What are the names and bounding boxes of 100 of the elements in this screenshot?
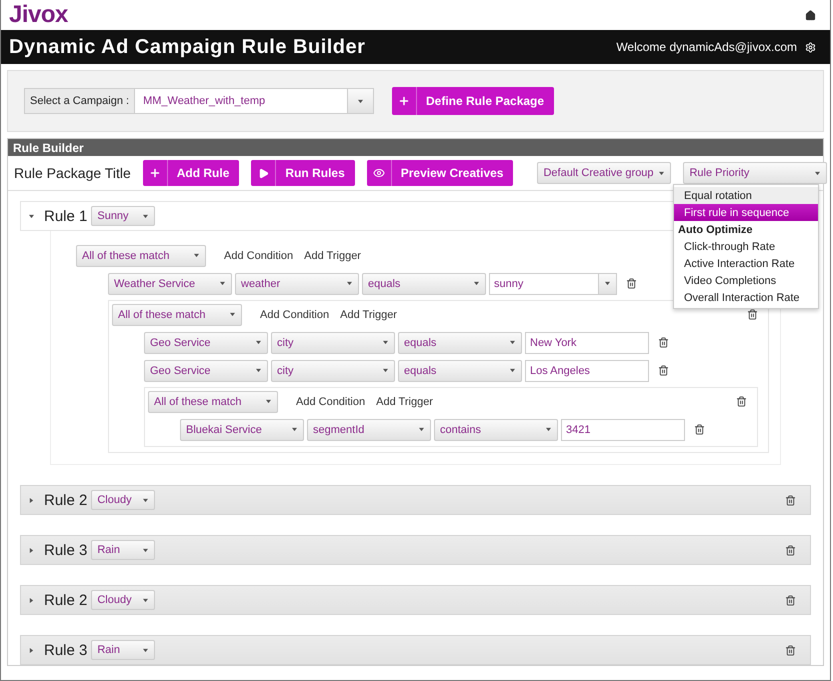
caret-icon (419, 427, 424, 432)
caret-icon (29, 548, 34, 552)
caret-icon (347, 281, 352, 286)
panel-header: Rule Builder (8, 139, 823, 156)
menu-item[interactable]: Active Interaction Rate (674, 255, 818, 272)
operator-dropdown[interactable]: equals (398, 332, 522, 354)
caret-icon (383, 340, 388, 345)
caret-icon (256, 340, 261, 345)
rule-title: Rule 2 (44, 592, 88, 608)
caret-icon (143, 548, 148, 552)
rule-title: Rule 3 (44, 542, 88, 558)
toolbar-button[interactable]: Run Rules (251, 160, 355, 186)
caret-icon (230, 312, 235, 317)
trash-icon[interactable] (747, 309, 758, 320)
trash-icon[interactable] (658, 365, 669, 376)
field-dropdown[interactable]: segmentId (307, 418, 431, 440)
caret-icon (510, 368, 515, 373)
page-title: Dynamic Ad Campaign Rule Builder (9, 36, 366, 58)
rule-tag-dropdown[interactable]: Rain (91, 640, 156, 660)
caret-icon (605, 281, 610, 286)
menu-item[interactable]: Overall Interaction Rate (674, 289, 818, 306)
package-title: Rule Package Title (14, 165, 131, 181)
caret-icon (659, 170, 664, 176)
value-field[interactable]: New York (525, 332, 649, 354)
trash-icon[interactable] (626, 278, 637, 289)
caret-icon (143, 498, 148, 502)
match-dropdown[interactable]: All of these match (112, 304, 242, 326)
action-link[interactable]: Add Trigger (376, 396, 433, 408)
action-link[interactable]: Add Condition (260, 308, 330, 320)
creative-group-dropdown[interactable]: Default Creative group (537, 162, 672, 184)
trash-icon[interactable] (785, 644, 796, 656)
logo: Jivox (9, 1, 68, 29)
caret-icon (266, 399, 271, 404)
rule-title: Rule 2 (44, 492, 88, 508)
caret-icon (256, 368, 261, 373)
settings-icon[interactable] (805, 42, 816, 52)
caret-icon (510, 340, 515, 345)
menu-item[interactable]: Equal rotation (674, 187, 818, 204)
rule-header[interactable]: Rule 3 Rain (20, 635, 811, 665)
caret-icon (29, 214, 34, 218)
rule-header[interactable]: Rule 2 Cloudy (20, 485, 811, 515)
action-link[interactable]: Add Trigger (340, 308, 397, 320)
service-dropdown[interactable]: Weather Service (108, 272, 232, 294)
plus-icon (398, 95, 410, 107)
action-link[interactable]: Add Condition (224, 250, 294, 262)
priority-dropdown[interactable]: Rule Priority (683, 162, 828, 184)
trash-icon[interactable] (694, 424, 705, 435)
trash-icon[interactable] (785, 594, 796, 606)
caret-icon (815, 170, 820, 176)
field-dropdown[interactable]: city (271, 332, 395, 354)
match-dropdown[interactable]: All of these match (76, 244, 206, 266)
rule-tag-dropdown[interactable]: Sunny (91, 206, 156, 226)
caret-icon (29, 598, 34, 602)
caret-icon (143, 214, 148, 218)
rule-tag-dropdown[interactable]: Cloudy (91, 490, 156, 510)
caret-icon (29, 648, 34, 652)
rule-tag-dropdown[interactable]: Cloudy (91, 590, 156, 610)
field-dropdown[interactable]: weather (235, 272, 359, 294)
caret-icon (292, 427, 297, 432)
dropdown-button[interactable] (598, 274, 616, 294)
rule-header[interactable]: Rule 3 Rain (20, 535, 811, 565)
trash-icon[interactable] (785, 494, 796, 506)
trash-icon[interactable] (658, 337, 669, 348)
caret-icon (383, 368, 388, 373)
campaign-select[interactable]: Select a Campaign : MM_Weather_with_temp (24, 88, 374, 114)
field-dropdown[interactable]: city (271, 360, 395, 382)
operator-dropdown[interactable]: equals (398, 360, 522, 382)
menu-item[interactable]: Click-through Rate (674, 238, 818, 255)
value-field[interactable]: 3421 (561, 418, 685, 440)
operator-dropdown[interactable]: contains (434, 418, 558, 440)
caret-icon (143, 648, 148, 652)
value-combo-field[interactable]: sunny (489, 272, 617, 294)
define-rule-package-button[interactable]: Define Rule Package (392, 87, 554, 115)
home-icon[interactable] (805, 10, 816, 20)
value-field[interactable]: Los Angeles (525, 360, 649, 382)
caret-icon (474, 281, 479, 286)
operator-dropdown[interactable]: equals (362, 272, 486, 294)
service-dropdown[interactable]: Geo Service (144, 332, 268, 354)
caret-icon (29, 498, 34, 502)
match-dropdown[interactable]: All of these match (148, 390, 278, 412)
toolbar-button[interactable]: Preview Creatives (366, 160, 514, 186)
caret-icon (546, 427, 551, 432)
trash-icon[interactable] (785, 544, 796, 556)
menu-item[interactable]: First rule in sequence (674, 204, 818, 221)
caret-icon (194, 253, 199, 258)
menu-item[interactable]: Video Completions (674, 272, 818, 289)
service-dropdown[interactable]: Geo Service (144, 360, 268, 382)
action-link[interactable]: Add Trigger (304, 250, 361, 262)
rule-header[interactable]: Rule 2 Cloudy (20, 585, 811, 615)
rule-title: Rule 1 (44, 208, 88, 224)
caret-icon (220, 281, 225, 286)
welcome-text: Welcome dynamicAds@jivox.com (616, 40, 797, 54)
trash-icon[interactable] (736, 396, 747, 407)
action-link[interactable]: Add Condition (296, 396, 366, 408)
rule-title: Rule 3 (44, 642, 88, 658)
service-dropdown[interactable]: Bluekai Service (180, 418, 304, 440)
caret-icon (143, 598, 148, 602)
rule-tag-dropdown[interactable]: Rain (91, 540, 156, 560)
toolbar-button[interactable]: Add Rule (142, 160, 240, 186)
caret-icon (358, 98, 363, 104)
